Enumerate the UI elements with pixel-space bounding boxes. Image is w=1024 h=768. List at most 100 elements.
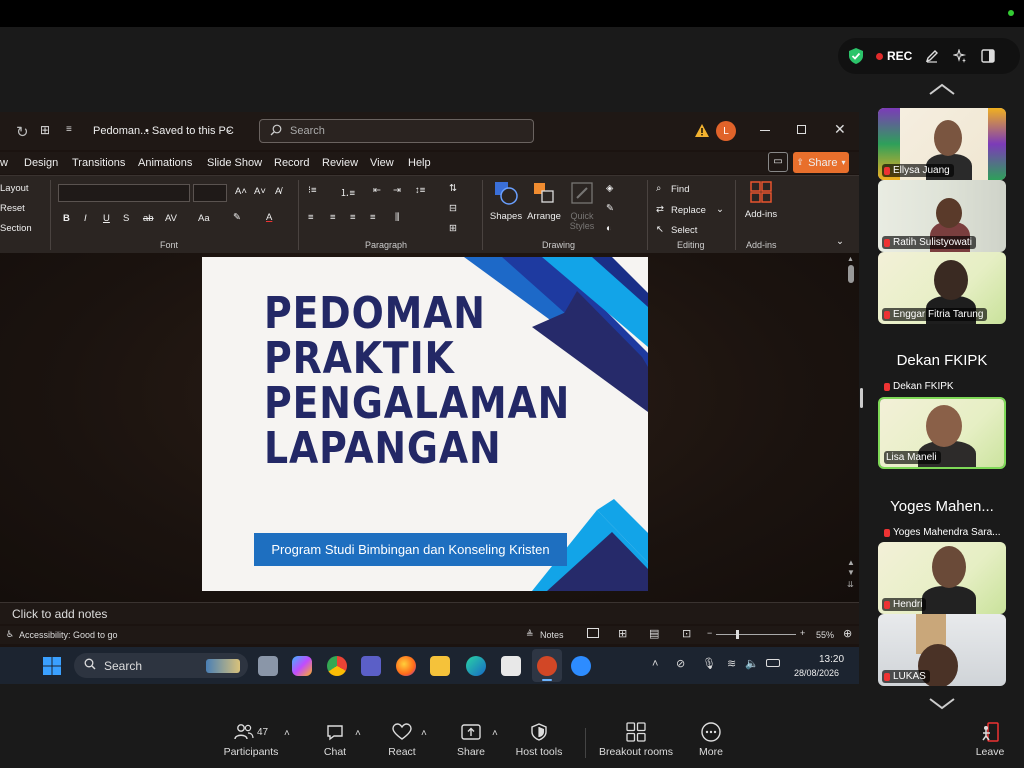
line-spacing-icon[interactable]: ↕≡ [415,185,425,196]
scroll-down-chevron-icon[interactable] [928,697,956,716]
layout-icon[interactable] [980,48,996,64]
participant-tile-hendri[interactable]: Hendri [878,542,1006,614]
arrange-button[interactable]: Arrange [526,180,562,222]
font-size-dropdown[interactable] [193,184,227,202]
quick-styles-button[interactable]: Quick Styles [565,180,599,231]
share-screen-button[interactable]: Share [453,718,489,758]
select-button[interactable]: Select [671,225,697,236]
section-button[interactable]: Section [0,223,32,234]
slide-sorter-icon[interactable]: ⊞ [618,627,627,640]
restore-icon[interactable] [797,125,806,134]
slide[interactable]: PEDOMAN PRAKTIK PENGALAMAN LAPANGAN Prog… [202,257,648,591]
justify-icon[interactable]: ≡ [370,212,376,223]
user-avatar[interactable]: L [716,121,736,141]
numbering-icon[interactable]: ⒈≡ [340,185,355,199]
zoom-level[interactable]: 55% [816,630,834,640]
clear-format-icon[interactable]: A̸ [275,186,281,197]
shapes-button[interactable]: Shapes [489,180,523,222]
reading-view-icon[interactable]: ▤ [649,627,659,640]
redo-icon[interactable]: ↻ [16,123,29,141]
replace-button[interactable]: Replace [671,205,706,216]
align-text-icon[interactable]: ⊟ [449,203,457,214]
participant-tile-enggar[interactable]: Enggar Fitria Tarung [878,252,1006,324]
tab-design[interactable]: Design [24,157,58,169]
customize-qat-icon[interactable]: ≡ [66,124,72,135]
shrink-font-icon[interactable]: A˅ [254,186,266,197]
strikethrough-icon[interactable]: ab [143,213,154,224]
scroll-down-icon[interactable]: ▼ [847,568,855,577]
bullets-icon[interactable]: ⁝≡ [308,185,317,196]
panel-resize-handle[interactable] [860,388,863,408]
host-tools-button[interactable]: Host tools [512,718,566,758]
task-view-icon[interactable] [258,656,278,676]
accessibility-status[interactable]: Accessibility: Good to go [19,630,118,640]
next-slide-icon[interactable]: ⇊ [847,580,854,589]
participant-tile-ratih[interactable]: Ratih Sulistyowati [878,180,1006,252]
find-button[interactable]: Find [671,184,689,195]
tab-record[interactable]: Record [274,157,309,169]
file-title[interactable]: Pedoman... [93,125,149,137]
scroll-up-chevron-icon[interactable] [928,82,956,101]
decrease-indent-icon[interactable]: ⇤ [373,185,381,196]
shape-fill-icon[interactable]: ◈ [606,183,613,194]
align-center-icon[interactable]: ≡ [330,212,336,223]
chevron-up-icon[interactable]: ˄ [355,728,361,739]
participant-tile-yoges[interactable]: Yoges Mahen... Yoges Mahendra Sara... [878,470,1006,542]
text-direction-icon[interactable]: ⇅ [449,183,457,194]
taskbar-date[interactable]: 28/08/2026 [794,668,839,678]
wifi-icon[interactable]: ≋ [727,657,736,670]
more-button[interactable]: More [693,718,729,758]
notes-pane[interactable]: Click to add notes [0,602,859,624]
participant-tile-dekan[interactable]: Dekan FKIPK Dekan FKIPK [878,324,1006,396]
tab-slide-show[interactable]: Slide Show [207,157,262,169]
bold-icon[interactable]: B [63,213,70,224]
taskbar-search[interactable]: Search [74,653,248,678]
chat-button[interactable]: Chat [318,718,352,758]
warning-icon[interactable] [695,124,709,140]
zoom-in-icon[interactable]: + [800,628,805,638]
tab-animations[interactable]: Animations [138,157,192,169]
minimize-icon[interactable] [760,130,770,131]
windows-start-icon[interactable] [43,657,61,680]
tab-review[interactable]: Review [322,157,358,169]
participants-button[interactable]: 47 Participants [222,718,280,758]
columns-icon[interactable]: ⫼ [395,212,399,223]
chevron-up-icon[interactable]: ˄ [421,728,427,739]
fit-slide-icon[interactable]: ⊕ [843,627,852,640]
collapse-ribbon-icon[interactable]: ⌄ [836,236,844,247]
tab-transitions[interactable]: Transitions [72,157,125,169]
smartart-icon[interactable]: ⊞ [449,223,457,234]
slide-subtitle[interactable]: Program Studi Bimbingan dan Konseling Kr… [254,533,567,566]
increase-indent-icon[interactable]: ⇥ [393,185,401,196]
recording-indicator[interactable]: REC [876,49,912,63]
change-case-icon[interactable]: Aa [198,213,210,224]
shape-outline-icon[interactable]: ✎ [606,203,614,214]
store-icon[interactable] [501,656,521,676]
participant-tile-ellysa[interactable]: Ellysa Juang [878,108,1006,180]
battery-icon[interactable] [766,659,780,667]
breakout-rooms-button[interactable]: Breakout rooms [596,718,676,758]
taskbar-time[interactable]: 13:20 [819,654,844,665]
sparkle-icon[interactable] [952,48,968,64]
scroll-up-icon[interactable]: ▲ [847,256,854,263]
close-icon[interactable]: ✕ [834,121,846,138]
chrome-icon[interactable] [327,656,347,676]
normal-view-icon[interactable] [587,628,599,638]
edge-icon[interactable] [466,656,486,676]
align-right-icon[interactable]: ≡ [350,212,356,223]
tab-help[interactable]: Help [408,157,431,169]
zoom-slider[interactable] [716,630,796,639]
zoom-out-icon[interactable]: − [707,628,712,638]
participant-tile-lisa-active[interactable]: Lisa Maneli [878,397,1006,469]
tab-view[interactable]: View [370,157,394,169]
align-left-icon[interactable]: ≡ [308,212,314,223]
tab-view-partial[interactable]: w [0,157,8,169]
ppt-search-box[interactable]: Search [259,119,534,143]
zoom-thumb[interactable] [736,630,739,639]
firefox-icon[interactable] [396,656,416,676]
shadow-icon[interactable]: S [123,213,129,224]
teams-icon[interactable] [361,656,381,676]
leave-button[interactable]: Leave [972,718,1008,758]
addins-button[interactable]: Add-ins [741,180,781,220]
pen-icon[interactable] [924,48,940,64]
